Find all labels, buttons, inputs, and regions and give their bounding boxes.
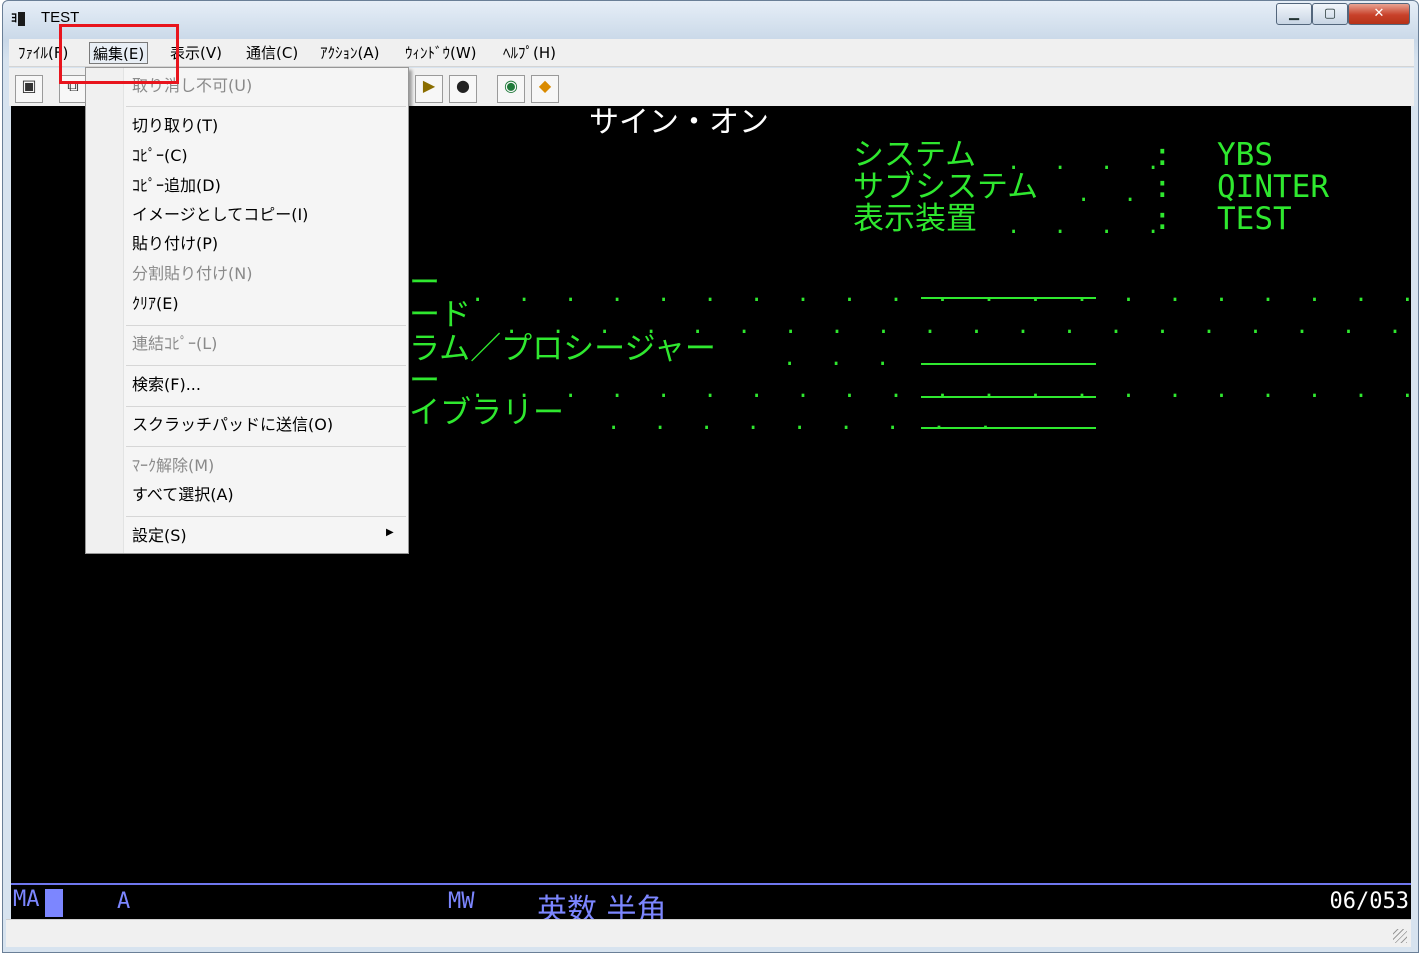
- field-label-library: イブラリー: [409, 395, 564, 431]
- menu-item-paste-split: 分割貼り付け(N): [132, 264, 253, 283]
- input-field-library[interactable]: [921, 427, 1096, 429]
- dot-leader: . . . . . . . . . . . . . . . . . . . . …: [471, 282, 1411, 307]
- colon: :: [1153, 169, 1172, 205]
- menu-icon-gutter: [86, 68, 124, 553]
- menu-separator: [126, 106, 406, 107]
- screen-icon[interactable]: ▣: [15, 75, 43, 103]
- status-line: MA A MW 英数 半角 06/053: [11, 883, 1411, 928]
- display-label: 表示装置: [853, 201, 977, 237]
- menu-item-settings[interactable]: 設定(S): [132, 524, 187, 548]
- maximize-button[interactable]: ▢: [1312, 3, 1348, 25]
- edit-menu-dropdown: 取り消し不可(U) 切り取り(T) ｺﾋﾟｰ(C) ｺﾋﾟｰ追加(D) イメージ…: [85, 67, 409, 554]
- close-button[interactable]: ✕: [1348, 3, 1410, 25]
- menu-item-linked-copy: 連結ｺﾋﾟｰ(L): [132, 334, 218, 353]
- settings-tag-icon[interactable]: ◆: [531, 75, 559, 103]
- dot-leader: . .: [1077, 182, 1147, 207]
- macro-play-icon[interactable]: ▶: [415, 75, 443, 103]
- menu-item-cut[interactable]: 切り取り(T): [132, 114, 218, 138]
- input-field-menu[interactable]: [921, 396, 1096, 398]
- menu-item-select-all[interactable]: すべて選択(A): [132, 483, 234, 507]
- status-mw: MW: [448, 889, 475, 914]
- menu-item-send-to-scratchpad[interactable]: スクラッチパッドに送信(O): [132, 413, 333, 437]
- field-label-menu: ー: [409, 363, 440, 399]
- menu-item-find[interactable]: 検索(F)...: [132, 373, 201, 397]
- title-bar[interactable]: ﾖ TEST ▁ ▢ ✕: [3, 1, 1418, 35]
- display-value: TEST: [1217, 201, 1292, 237]
- status-field-attr: A: [117, 889, 131, 914]
- input-field-program[interactable]: [921, 363, 1096, 365]
- menu-separator: [126, 446, 406, 447]
- menu-separator: [126, 516, 406, 517]
- menu-item-unmark: ﾏｰｸ解除(M): [132, 456, 215, 475]
- field-label-program: ラム／プロシージャー: [409, 331, 716, 367]
- menu-help[interactable]: ﾍﾙﾌﾟ(H): [500, 42, 559, 64]
- field-label-password: ード: [409, 297, 471, 333]
- signon-title: サイン・オン: [589, 106, 769, 140]
- field-label-user: ー: [409, 265, 440, 301]
- menu-bar: ﾌｧｲﾙ(F) 編集(E) 表示(V) 通信(C) ｱｸｼｮﾝ(A) ｳｨﾝﾄﾞ…: [9, 39, 1414, 67]
- menu-communication[interactable]: 通信(C): [243, 42, 301, 64]
- dot-leader: . . .: [783, 346, 900, 371]
- system-label: システム: [853, 137, 977, 173]
- system-value: YBS: [1217, 137, 1273, 173]
- input-field-user[interactable]: [921, 297, 1096, 299]
- menu-separator: [126, 325, 406, 326]
- status-cursor-block: [45, 889, 63, 917]
- menu-item-paste[interactable]: 貼り付け(P): [132, 232, 218, 256]
- submenu-arrow-icon: ▶: [386, 527, 394, 538]
- minimize-button[interactable]: ▁: [1276, 3, 1312, 25]
- colon: :: [1153, 201, 1172, 237]
- resize-grip-icon[interactable]: [1393, 929, 1407, 943]
- dot-leader: . . . .: [1007, 214, 1170, 239]
- menu-item-clear[interactable]: ｸﾘｱ(E): [132, 292, 179, 316]
- menu-separator: [126, 365, 406, 366]
- subsystem-label: サブシステム: [853, 169, 1039, 205]
- subsystem-value: QINTER: [1217, 169, 1329, 205]
- menu-window[interactable]: ｳｨﾝﾄﾞｳ(W): [402, 42, 480, 64]
- dot-leader: . . . . . . . . .: [607, 410, 1003, 435]
- status-cursor-position: 06/053: [1329, 889, 1409, 914]
- menu-item-copy-as-image[interactable]: イメージとしてコピー(I): [132, 203, 308, 227]
- status-mode: MA: [13, 887, 40, 912]
- dot-leader: . . . . . . . . . . . . . . . . . . . . …: [471, 378, 1411, 403]
- menu-item-copy-append[interactable]: ｺﾋﾟｰ追加(D): [132, 174, 221, 198]
- menu-separator: [126, 406, 406, 407]
- menu-item-copy[interactable]: ｺﾋﾟｰ(C): [132, 144, 188, 168]
- annotation-highlight-box: [59, 24, 179, 84]
- colon: :: [1153, 137, 1172, 173]
- globe-icon[interactable]: ◉: [497, 75, 525, 103]
- terminal-app-icon: ﾖ: [11, 9, 33, 27]
- window-status-bar: [6, 919, 1411, 947]
- macro-record-icon[interactable]: ●: [449, 75, 477, 103]
- menu-action[interactable]: ｱｸｼｮﾝ(A): [317, 42, 382, 64]
